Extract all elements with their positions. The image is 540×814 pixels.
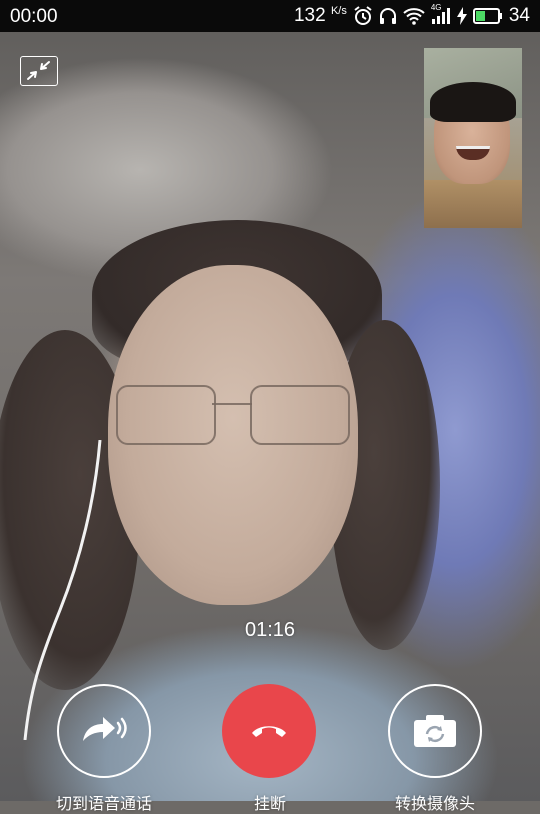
remote-video-glasses	[112, 385, 352, 447]
charging-icon	[456, 7, 467, 25]
switch-to-voice-label: 切到语音通话	[55, 796, 152, 813]
switch-camera-icon	[414, 715, 456, 747]
voice-forward-icon	[83, 717, 127, 741]
call-duration: 01:16	[244, 619, 296, 641]
switch-camera-button[interactable]	[388, 684, 482, 778]
battery-icon	[472, 8, 503, 24]
headphones-icon	[379, 7, 397, 25]
switch-camera-label: 转换摄像头	[394, 796, 475, 813]
hang-up-button[interactable]	[222, 684, 316, 778]
self-view-preview[interactable]	[424, 48, 522, 228]
hang-up-label: 挂断	[253, 796, 286, 813]
minimize-window-button[interactable]	[20, 56, 58, 86]
wifi-icon	[403, 7, 425, 25]
switch-to-voice-button[interactable]	[57, 684, 151, 778]
status-time: 00:00	[10, 6, 58, 27]
battery-level: 34	[508, 5, 530, 26]
hang-up-phone-icon	[252, 726, 286, 737]
signal-icon: 4G	[431, 3, 451, 25]
collapse-arrows-icon	[27, 61, 50, 80]
network-speed: 132 K/s	[293, 5, 347, 26]
network-type-label: 4G	[430, 3, 442, 12]
alarm-icon	[353, 6, 373, 26]
status-bar: 00:00 132 K/s 4G 34	[0, 0, 540, 32]
